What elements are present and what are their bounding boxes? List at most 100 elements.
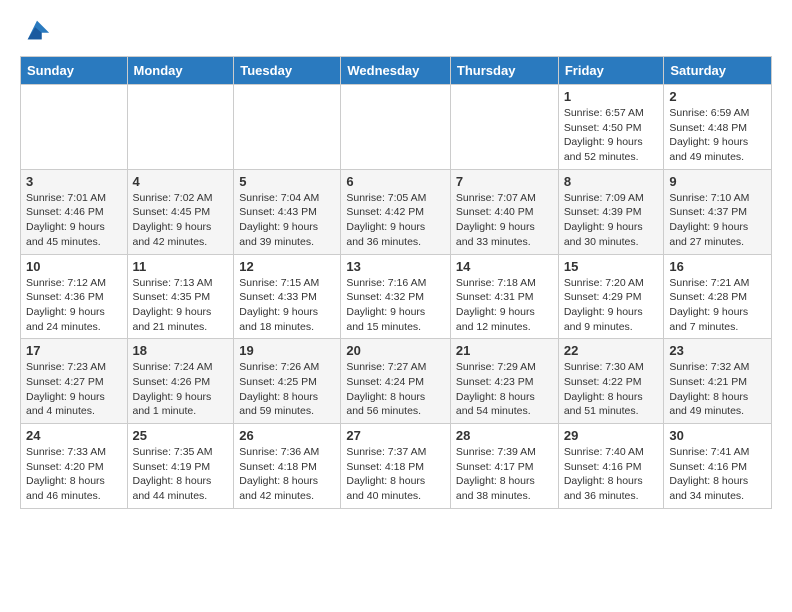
day-number: 10 (26, 259, 122, 274)
day-info: Sunrise: 6:59 AM Sunset: 4:48 PM Dayligh… (669, 106, 766, 165)
day-info: Sunrise: 7:15 AM Sunset: 4:33 PM Dayligh… (239, 276, 335, 335)
day-cell: 27 Sunrise: 7:37 AM Sunset: 4:18 PM Dayli… (341, 424, 451, 509)
day-number: 17 (26, 343, 122, 358)
day-info: Sunrise: 7:04 AM Sunset: 4:43 PM Dayligh… (239, 191, 335, 250)
day-number: 29 (564, 428, 659, 443)
day-cell: 28 Sunrise: 7:39 AM Sunset: 4:17 PM Dayli… (450, 424, 558, 509)
day-info: Sunrise: 7:39 AM Sunset: 4:17 PM Dayligh… (456, 445, 553, 504)
header-day-monday: Monday (127, 57, 234, 85)
week-row-4: 17 Sunrise: 7:23 AM Sunset: 4:27 PM Dayli… (21, 339, 772, 424)
header-day-sunday: Sunday (21, 57, 128, 85)
day-number: 19 (239, 343, 335, 358)
header-day-thursday: Thursday (450, 57, 558, 85)
day-number: 2 (669, 89, 766, 104)
day-number: 3 (26, 174, 122, 189)
week-row-5: 24Sunrise: 7:33 AM Sunset: 4:20 PM Dayli… (21, 424, 772, 509)
day-number: 24 (26, 428, 122, 443)
day-cell: 29 Sunrise: 7:40 AM Sunset: 4:16 PM Dayli… (558, 424, 664, 509)
logo-icon (23, 16, 51, 44)
calendar-table: SundayMondayTuesdayWednesdayThursdayFrid… (20, 56, 772, 509)
day-cell: 30 Sunrise: 7:41 AM Sunset: 4:16 PM Dayli… (664, 424, 772, 509)
day-cell: 7 Sunrise: 7:07 AM Sunset: 4:40 PM Daylig… (450, 169, 558, 254)
day-info: Sunrise: 7:10 AM Sunset: 4:37 PM Dayligh… (669, 191, 766, 250)
day-cell: 2 Sunrise: 6:59 AM Sunset: 4:48 PM Daylig… (664, 85, 772, 170)
day-info: Sunrise: 7:30 AM Sunset: 4:22 PM Dayligh… (564, 360, 659, 419)
day-cell: 11Sunrise: 7:13 AM Sunset: 4:35 PM Dayli… (127, 254, 234, 339)
day-cell: 6 Sunrise: 7:05 AM Sunset: 4:42 PM Daylig… (341, 169, 451, 254)
day-number: 27 (346, 428, 445, 443)
day-number: 21 (456, 343, 553, 358)
day-number: 6 (346, 174, 445, 189)
day-info: Sunrise: 7:29 AM Sunset: 4:23 PM Dayligh… (456, 360, 553, 419)
day-cell: 25 Sunrise: 7:35 AM Sunset: 4:19 PM Dayli… (127, 424, 234, 509)
day-number: 12 (239, 259, 335, 274)
header (20, 16, 772, 46)
week-row-1: 1 Sunrise: 6:57 AM Sunset: 4:50 PM Daylig… (21, 85, 772, 170)
day-info: Sunrise: 7:35 AM Sunset: 4:19 PM Dayligh… (133, 445, 229, 504)
day-info: Sunrise: 7:41 AM Sunset: 4:16 PM Dayligh… (669, 445, 766, 504)
day-number: 15 (564, 259, 659, 274)
day-cell: 5 Sunrise: 7:04 AM Sunset: 4:43 PM Daylig… (234, 169, 341, 254)
day-number: 4 (133, 174, 229, 189)
day-info: Sunrise: 7:20 AM Sunset: 4:29 PM Dayligh… (564, 276, 659, 335)
day-number: 16 (669, 259, 766, 274)
day-number: 22 (564, 343, 659, 358)
day-cell: 22 Sunrise: 7:30 AM Sunset: 4:22 PM Dayli… (558, 339, 664, 424)
day-number: 7 (456, 174, 553, 189)
day-info: Sunrise: 7:37 AM Sunset: 4:18 PM Dayligh… (346, 445, 445, 504)
day-cell: 1 Sunrise: 6:57 AM Sunset: 4:50 PM Daylig… (558, 85, 664, 170)
day-cell: 21 Sunrise: 7:29 AM Sunset: 4:23 PM Dayli… (450, 339, 558, 424)
day-cell: 12 Sunrise: 7:15 AM Sunset: 4:33 PM Dayli… (234, 254, 341, 339)
week-row-2: 3 Sunrise: 7:01 AM Sunset: 4:46 PM Daylig… (21, 169, 772, 254)
day-info: Sunrise: 7:16 AM Sunset: 4:32 PM Dayligh… (346, 276, 445, 335)
logo (20, 16, 51, 46)
day-info: Sunrise: 7:01 AM Sunset: 4:46 PM Dayligh… (26, 191, 122, 250)
day-number: 18 (133, 343, 229, 358)
page: SundayMondayTuesdayWednesdayThursdayFrid… (0, 0, 792, 519)
header-row: SundayMondayTuesdayWednesdayThursdayFrid… (21, 57, 772, 85)
day-info: Sunrise: 7:26 AM Sunset: 4:25 PM Dayligh… (239, 360, 335, 419)
day-number: 28 (456, 428, 553, 443)
day-number: 13 (346, 259, 445, 274)
day-info: Sunrise: 7:21 AM Sunset: 4:28 PM Dayligh… (669, 276, 766, 335)
day-cell: 8Sunrise: 7:09 AM Sunset: 4:39 PM Daylig… (558, 169, 664, 254)
day-cell (127, 85, 234, 170)
header-day-friday: Friday (558, 57, 664, 85)
day-cell: 23Sunrise: 7:32 AM Sunset: 4:21 PM Dayli… (664, 339, 772, 424)
calendar-header: SundayMondayTuesdayWednesdayThursdayFrid… (21, 57, 772, 85)
header-day-tuesday: Tuesday (234, 57, 341, 85)
day-cell (234, 85, 341, 170)
day-number: 1 (564, 89, 659, 104)
day-cell: 20Sunrise: 7:27 AM Sunset: 4:24 PM Dayli… (341, 339, 451, 424)
day-info: Sunrise: 7:24 AM Sunset: 4:26 PM Dayligh… (133, 360, 229, 419)
day-number: 14 (456, 259, 553, 274)
day-info: Sunrise: 7:12 AM Sunset: 4:36 PM Dayligh… (26, 276, 122, 335)
day-cell: 19 Sunrise: 7:26 AM Sunset: 4:25 PM Dayli… (234, 339, 341, 424)
day-info: Sunrise: 7:18 AM Sunset: 4:31 PM Dayligh… (456, 276, 553, 335)
day-cell: 9 Sunrise: 7:10 AM Sunset: 4:37 PM Daylig… (664, 169, 772, 254)
day-cell: 18 Sunrise: 7:24 AM Sunset: 4:26 PM Dayli… (127, 339, 234, 424)
day-info: Sunrise: 6:57 AM Sunset: 4:50 PM Dayligh… (564, 106, 659, 165)
header-day-saturday: Saturday (664, 57, 772, 85)
day-cell: 14 Sunrise: 7:18 AM Sunset: 4:31 PM Dayli… (450, 254, 558, 339)
day-number: 26 (239, 428, 335, 443)
day-info: Sunrise: 7:05 AM Sunset: 4:42 PM Dayligh… (346, 191, 445, 250)
day-info: Sunrise: 7:09 AM Sunset: 4:39 PM Dayligh… (564, 191, 659, 250)
day-number: 25 (133, 428, 229, 443)
day-info: Sunrise: 7:40 AM Sunset: 4:16 PM Dayligh… (564, 445, 659, 504)
day-cell (341, 85, 451, 170)
day-number: 9 (669, 174, 766, 189)
day-cell: 17 Sunrise: 7:23 AM Sunset: 4:27 PM Dayli… (21, 339, 128, 424)
day-cell: 10 Sunrise: 7:12 AM Sunset: 4:36 PM Dayli… (21, 254, 128, 339)
day-number: 20 (346, 343, 445, 358)
day-info: Sunrise: 7:32 AM Sunset: 4:21 PM Dayligh… (669, 360, 766, 419)
header-day-wednesday: Wednesday (341, 57, 451, 85)
day-number: 5 (239, 174, 335, 189)
day-cell: 3 Sunrise: 7:01 AM Sunset: 4:46 PM Daylig… (21, 169, 128, 254)
day-cell: 15 Sunrise: 7:20 AM Sunset: 4:29 PM Dayli… (558, 254, 664, 339)
day-info: Sunrise: 7:07 AM Sunset: 4:40 PM Dayligh… (456, 191, 553, 250)
day-cell: 13 Sunrise: 7:16 AM Sunset: 4:32 PM Dayli… (341, 254, 451, 339)
day-cell (21, 85, 128, 170)
day-info: Sunrise: 7:23 AM Sunset: 4:27 PM Dayligh… (26, 360, 122, 419)
day-number: 30 (669, 428, 766, 443)
